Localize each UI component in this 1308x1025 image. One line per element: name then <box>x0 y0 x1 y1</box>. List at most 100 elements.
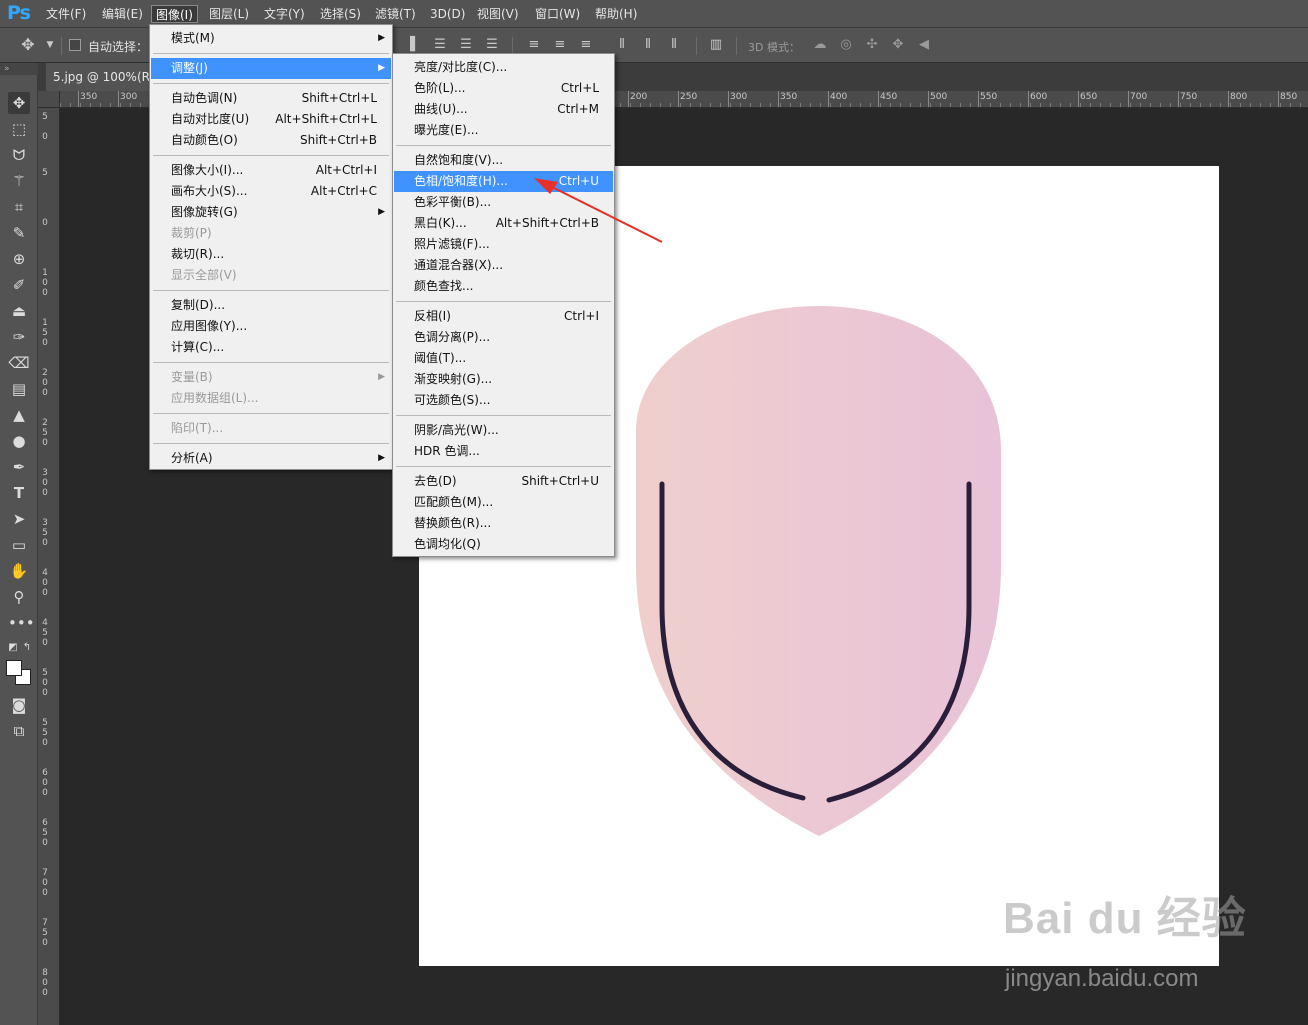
chevron-down-icon[interactable]: ▼ <box>42 37 58 53</box>
adjust-menu-item[interactable]: HDR 色调... <box>394 441 613 462</box>
align-bottom-icon[interactable]: ☰ <box>484 37 500 53</box>
rectangle-tool-icon[interactable]: ▭ <box>8 534 30 556</box>
brush-tool-icon[interactable]: ✐ <box>8 274 30 296</box>
adjust-menu-item[interactable]: 反相(I) Ctrl+I <box>394 306 613 327</box>
menu-help[interactable]: 帮助(H) <box>591 5 641 23</box>
3d-scale-icon[interactable]: ◀ <box>916 37 932 53</box>
image-menu-item[interactable]: 模式(M) ▶ <box>151 28 391 49</box>
menu-edit[interactable]: 编辑(E) <box>98 5 147 23</box>
menu-filter[interactable]: 滤镜(T) <box>371 5 420 23</box>
adjust-menu-item[interactable]: 阈值(T)... <box>394 348 613 369</box>
adjust-menu-item[interactable]: 色调均化(Q) <box>394 534 613 555</box>
ruler-minor-tick <box>830 103 831 107</box>
zoom-tool-icon[interactable]: ⚲ <box>8 586 30 608</box>
type-tool-icon[interactable]: T <box>8 482 30 504</box>
path-selection-tool-icon[interactable]: ➤ <box>8 508 30 530</box>
3d-roll-icon[interactable]: ◎ <box>838 37 854 53</box>
image-menu-item[interactable]: 图像旋转(G) ▶ <box>151 202 391 223</box>
image-menu-item[interactable]: 分析(A) ▶ <box>151 448 391 469</box>
marquee-tool-icon[interactable]: ⬚ <box>8 118 30 140</box>
3d-slide-icon[interactable]: ✥ <box>890 37 906 53</box>
eyedropper-tool-icon[interactable]: ✎ <box>8 222 30 244</box>
adjust-menu-item[interactable]: 替换颜色(R)... <box>394 513 613 534</box>
3d-orbit-icon[interactable]: ☁ <box>812 37 828 53</box>
image-menu-item: 应用数据组(L)... <box>151 388 391 409</box>
distribute-vcenter-icon[interactable]: ≡ <box>552 37 568 53</box>
adjust-menu-item[interactable]: 曲线(U)... Ctrl+M <box>394 99 613 120</box>
pen-tool-icon[interactable]: ✒ <box>8 456 30 478</box>
distribute-left-icon[interactable]: ⫴ <box>614 37 630 53</box>
menu-3d[interactable]: 3D(D) <box>426 5 469 23</box>
image-menu-item[interactable]: 计算(C)... <box>151 337 391 358</box>
menu-image[interactable]: 图像(I) <box>151 5 198 23</box>
align-top-icon[interactable]: ☰ <box>432 37 448 53</box>
image-menu-item[interactable]: 图像大小(I)... Alt+Ctrl+I <box>151 160 391 181</box>
ruler-minor-tick <box>870 103 871 107</box>
tools-panel: ✥ ⬚ ᗢ ⚚ ⌗ ✎ ⊕ ✐ ⏏ ✑ ⌫ ▤ ▲ ● ✒ T ➤ ▭ ✋ ⚲ … <box>0 75 38 1025</box>
menu-file[interactable]: 文件(F) <box>42 5 90 23</box>
adjust-menu-item[interactable]: 亮度/对比度(C)... <box>394 57 613 78</box>
ruler-minor-tick <box>810 103 811 107</box>
adjust-menu-item[interactable]: 色阶(L)... Ctrl+L <box>394 78 613 99</box>
auto-select-checkbox[interactable] <box>69 39 81 51</box>
menu-separator <box>153 443 389 444</box>
ruler-label: 550 <box>980 92 998 102</box>
blur-tool-icon[interactable]: ▲ <box>8 404 30 426</box>
adjust-menu-item[interactable]: 颜色查找... <box>394 276 613 297</box>
menu-item-label: 色调均化(Q) <box>414 537 481 551</box>
image-menu-item[interactable]: 裁切(R)... <box>151 244 391 265</box>
image-menu-item[interactable]: 调整(J) ▶ <box>151 58 391 79</box>
magic-wand-tool-icon[interactable]: ⚚ <box>8 170 30 192</box>
ruler-minor-tick <box>950 103 951 107</box>
dodge-tool-icon[interactable]: ● <box>8 430 30 452</box>
image-menu-item[interactable]: 复制(D)... <box>151 295 391 316</box>
menu-item-shortcut: Alt+Ctrl+C <box>310 184 377 198</box>
menu-window[interactable]: 窗口(W) <box>531 5 584 23</box>
adjust-menu-item[interactable]: 去色(D) Shift+Ctrl+U <box>394 471 613 492</box>
image-menu-item[interactable]: 自动色调(N) Shift+Ctrl+L <box>151 88 391 109</box>
distribute-bottom-icon[interactable]: ≡ <box>578 37 594 53</box>
foreground-color-swatch[interactable] <box>6 660 22 676</box>
auto-align-icon[interactable]: ▥ <box>708 37 724 53</box>
eraser-tool-icon[interactable]: ⌫ <box>8 352 30 374</box>
menu-item-label: 曝光度(E)... <box>414 123 479 137</box>
history-brush-tool-icon[interactable]: ✑ <box>8 326 30 348</box>
align-left-icon[interactable]: ▐ <box>402 37 418 53</box>
image-menu-item[interactable]: 自动颜色(O) Shift+Ctrl+B <box>151 130 391 151</box>
3d-pan-icon[interactable]: ✣ <box>864 37 880 53</box>
menu-type[interactable]: 文字(Y) <box>260 5 309 23</box>
adjust-menu-item[interactable]: 色调分离(P)... <box>394 327 613 348</box>
swap-colors-icon[interactable]: ↰ <box>16 637 38 659</box>
adjust-menu-item[interactable]: 渐变映射(G)... <box>394 369 613 390</box>
menu-select[interactable]: 选择(S) <box>316 5 365 23</box>
menu-layer[interactable]: 图层(L) <box>205 5 253 23</box>
move-tool-icon[interactable]: ✥ <box>8 92 30 114</box>
align-vcenter-icon[interactable]: ☰ <box>458 37 474 53</box>
stamp-tool-icon[interactable]: ⏏ <box>8 300 30 322</box>
move-tool-icon[interactable]: ✥ <box>20 37 36 53</box>
adjust-menu-item[interactable]: 阴影/高光(W)... <box>394 420 613 441</box>
image-menu-item[interactable]: 画布大小(S)... Alt+Ctrl+C <box>151 181 391 202</box>
screen-mode-icon[interactable]: ⧉ <box>8 720 30 742</box>
menu-view[interactable]: 视图(V) <box>473 5 523 23</box>
adjust-menu-item[interactable]: 匹配颜色(M)... <box>394 492 613 513</box>
distribute-right-icon[interactable]: ⫴ <box>666 37 682 53</box>
image-menu-item[interactable]: 自动对比度(U) Alt+Shift+Ctrl+L <box>151 109 391 130</box>
image-menu-item[interactable]: 应用图像(Y)... <box>151 316 391 337</box>
distribute-hcenter-icon[interactable]: ⫴ <box>640 37 656 53</box>
ruler-corner <box>38 91 60 108</box>
lasso-tool-icon[interactable]: ᗢ <box>8 144 30 166</box>
healing-brush-tool-icon[interactable]: ⊕ <box>8 248 30 270</box>
distribute-top-icon[interactable]: ≡ <box>526 37 542 53</box>
more-tools-icon[interactable]: ••• <box>8 612 35 634</box>
menu-item-label: 应用图像(Y)... <box>171 319 248 333</box>
hand-tool-icon[interactable]: ✋ <box>8 560 30 582</box>
gradient-tool-icon[interactable]: ▤ <box>8 378 30 400</box>
crop-tool-icon[interactable]: ⌗ <box>8 196 30 218</box>
adjust-menu-item[interactable]: 曝光度(E)... <box>394 120 613 141</box>
adjust-menu-item[interactable]: 自然饱和度(V)... <box>394 150 613 171</box>
toolbar-collapse-button[interactable]: » <box>0 63 38 75</box>
document-tab[interactable]: 5.jpg @ 100%(RGB <box>46 63 158 91</box>
quick-mask-icon[interactable]: ◙ <box>8 694 30 716</box>
adjust-menu-item[interactable]: 可选颜色(S)... <box>394 390 613 411</box>
